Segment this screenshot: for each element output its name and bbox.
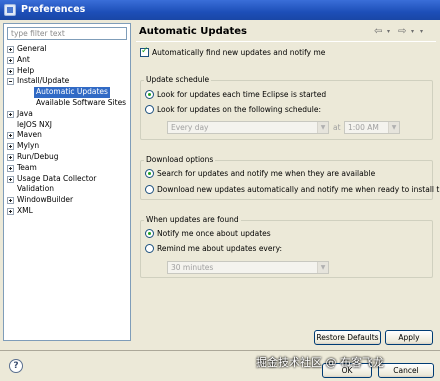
title-bar: Preferences <box>0 0 440 20</box>
schedule-time-select[interactable]: 1:00 AM ▼ <box>344 121 400 134</box>
schedule-day-select[interactable]: Every day ▼ <box>167 121 329 134</box>
tree-item-label: Java <box>17 108 33 118</box>
tree-item-label: General <box>17 44 47 53</box>
notify-once-radio[interactable] <box>145 229 154 238</box>
expand-icon[interactable] <box>7 143 14 151</box>
tree-item[interactable]: Usage Data Collector <box>7 174 129 185</box>
auto-download-radio[interactable] <box>145 185 154 194</box>
chevron-down-icon: ▼ <box>388 122 399 133</box>
tree-item-label: Ant <box>17 54 30 64</box>
page-title: Automatic Updates <box>139 26 247 37</box>
preferences-app-icon <box>4 4 16 16</box>
tree-item[interactable]: Ant <box>7 55 129 66</box>
tree-item[interactable]: Validation <box>7 184 129 195</box>
expand-icon[interactable] <box>7 207 14 215</box>
tree-item[interactable]: Help <box>7 66 129 77</box>
remind-label: Remind me about updates every: <box>157 244 282 253</box>
remind-radio[interactable] <box>145 244 154 253</box>
window-title: Preferences <box>21 4 86 15</box>
footer-divider <box>0 350 440 351</box>
update-schedule-title: Update schedule <box>144 75 212 84</box>
chevron-down-icon: ▼ <box>317 122 328 133</box>
apply-button[interactable]: Apply <box>385 330 433 345</box>
schedule-time-value: 1:00 AM <box>348 123 379 132</box>
preferences-dialog: type filter text General Ant Help Install/U… <box>0 20 440 381</box>
tree-item[interactable]: Team <box>7 163 129 174</box>
preferences-tree: General Ant Help Install/Update Automatic Up… <box>7 44 129 217</box>
startup-label: Look for updates each time Eclipse is st… <box>157 90 327 99</box>
expand-icon[interactable] <box>7 153 14 161</box>
remind-interval-select[interactable]: 30 minutes ▼ <box>167 261 329 274</box>
forward-dropdown-icon[interactable]: ▾ <box>411 28 414 35</box>
expand-icon[interactable] <box>7 175 14 183</box>
notify-label: Search for updates and notify me when th… <box>157 169 376 178</box>
tree-item[interactable]: Mylyn <box>7 141 129 152</box>
page-navigation: ⇦ ▾ ⇨ ▾ ▾ <box>374 26 430 38</box>
expand-icon[interactable] <box>7 46 14 53</box>
auto-download-label: Download new updates automatically and n… <box>157 185 440 194</box>
expand-icon[interactable] <box>7 132 14 140</box>
tree-item[interactable]: leJOS NXJ <box>7 120 129 131</box>
updates-found-group: When updates are found Notify me once ab… <box>140 215 433 278</box>
download-options-title: Download options <box>144 155 216 164</box>
cancel-button[interactable]: Cancel <box>378 363 434 378</box>
tree-item[interactable]: XML <box>7 206 129 217</box>
tree-item-label: WindowBuilder <box>17 195 74 205</box>
tree-item-label: leJOS NXJ <box>17 119 52 129</box>
back-arrow-icon[interactable]: ⇦ <box>374 26 382 37</box>
collapse-icon[interactable] <box>7 78 14 86</box>
chevron-down-icon: ▼ <box>317 262 328 273</box>
tree-item-label: Maven <box>17 130 42 140</box>
updates-found-title: When updates are found <box>144 215 241 224</box>
tree-item-label: XML <box>17 205 33 215</box>
notify-radio[interactable] <box>145 169 154 178</box>
tree-item-label: Validation <box>17 184 55 194</box>
tree-item[interactable]: Run/Debug <box>7 152 129 163</box>
expand-icon[interactable] <box>7 110 14 118</box>
auto-find-updates-label: Automatically find new updates and notif… <box>152 48 326 57</box>
header-divider <box>136 41 436 42</box>
tree-item[interactable]: Automatic Updates <box>7 87 129 98</box>
tree-item-label: Available Software Sites <box>36 97 127 107</box>
auto-find-updates-checkbox[interactable] <box>140 46 149 57</box>
remind-interval-value: 30 minutes <box>171 263 214 272</box>
preferences-tree-panel: type filter text General Ant Help Install/U… <box>3 23 131 341</box>
tree-item[interactable]: Install/Update <box>7 76 129 87</box>
notify-once-label: Notify me once about updates <box>157 229 271 238</box>
restore-defaults-button[interactable]: Restore Defaults <box>314 330 381 345</box>
watermark-text: 掘金技术社区 @ 布客飞龙 <box>256 356 384 369</box>
expand-icon[interactable] <box>7 164 14 172</box>
tree-item[interactable]: Java <box>7 109 129 120</box>
schedule-label: Look for updates on the following schedu… <box>157 105 322 114</box>
tree-item-label: Run/Debug <box>17 151 59 161</box>
forward-arrow-icon[interactable]: ⇨ <box>398 26 406 37</box>
startup-radio[interactable] <box>145 90 154 99</box>
tree-item-label: Install/Update <box>17 76 70 86</box>
tree-item[interactable]: Maven <box>7 130 129 141</box>
view-menu-icon[interactable]: ▾ <box>420 28 423 35</box>
download-options-group: Download options Search for updates and … <box>140 155 440 200</box>
tree-item-label: Team <box>17 162 37 172</box>
expand-icon[interactable] <box>7 67 14 75</box>
tree-item-label: Help <box>17 65 35 75</box>
tree-item[interactable]: General <box>7 44 129 55</box>
at-label: at <box>333 123 341 132</box>
update-schedule-group: Update schedule Look for updates each ti… <box>140 75 433 140</box>
schedule-radio[interactable] <box>145 105 154 114</box>
tree-item[interactable]: WindowBuilder <box>7 195 129 206</box>
expand-icon[interactable] <box>7 197 14 205</box>
tree-item-label: Usage Data Collector <box>17 173 97 183</box>
back-dropdown-icon[interactable]: ▾ <box>387 28 390 35</box>
filter-input[interactable]: type filter text <box>7 27 127 40</box>
tree-item-label: Mylyn <box>17 141 40 151</box>
tree-item[interactable]: Available Software Sites <box>7 98 129 109</box>
schedule-day-value: Every day <box>171 123 209 132</box>
help-icon[interactable]: ? <box>9 359 23 373</box>
expand-icon[interactable] <box>7 56 14 64</box>
tree-item-label: Automatic Updates <box>34 87 110 98</box>
